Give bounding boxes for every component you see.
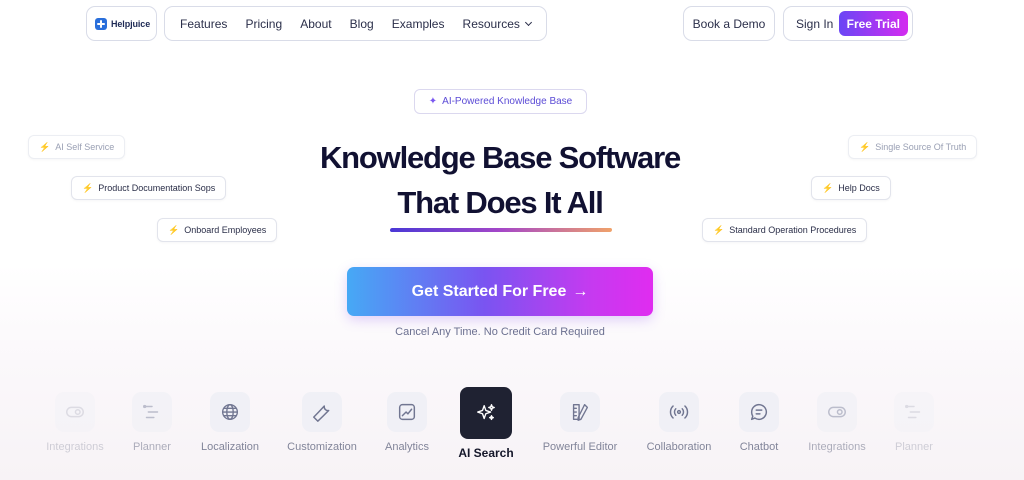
feature-carousel: Integrations Planner Localization Custom… [0, 385, 1024, 480]
logo-text: Helpjuice [111, 18, 151, 29]
main-nav: Features Pricing About Blog Examples Res… [164, 6, 547, 41]
feature-label: Powerful Editor [542, 441, 618, 453]
feature-label: Analytics [384, 441, 430, 453]
tag-standard-operation: ⚡ Standard Operation Procedures [702, 218, 868, 242]
ai-badge-label: AI-Powered Knowledge Base [442, 96, 573, 107]
chevron-down-icon [524, 18, 532, 26]
tag-label: Onboard Employees [184, 225, 267, 235]
tag-single-source: ⚡ Single Source Of Truth [848, 135, 978, 159]
wrench-icon [302, 392, 342, 432]
bolt-icon: ⚡ [713, 224, 725, 235]
tag-label: Standard Operation Procedures [729, 225, 857, 235]
sparkles-icon [460, 387, 512, 439]
auth-group: Sign In Free Trial [783, 6, 913, 41]
feature-label: AI Search [458, 446, 514, 460]
feature-planner-2[interactable]: Planner [864, 385, 964, 453]
feature-label: Collaboration [646, 441, 712, 453]
planner-icon [132, 392, 172, 432]
title-underline [389, 228, 613, 232]
book-demo-label: Book a Demo [692, 16, 766, 31]
bolt-icon: ⚡ [168, 224, 180, 235]
free-trial-button[interactable]: Free Trial [838, 11, 908, 36]
feature-label: Customization [287, 441, 357, 453]
tag-help-docs: ⚡ Help Docs [811, 176, 891, 200]
planner-icon [894, 392, 934, 432]
sparkle-icon: ✦ [428, 96, 438, 107]
tag-product-documentation: ⚡ Product Documentation Sops [71, 176, 227, 200]
feature-label: Chatbot [739, 441, 779, 453]
feature-ai-search[interactable]: AI Search [436, 385, 536, 460]
nav-link-examples[interactable]: Examples [392, 17, 445, 31]
nav-link-pricing[interactable]: Pricing [245, 17, 282, 31]
get-started-label: Get Started For Free [411, 282, 567, 300]
bolt-icon: ⚡ [82, 182, 94, 193]
ai-powered-badge: ✦ AI-Powered Knowledge Base [414, 89, 587, 114]
nav-link-blog[interactable]: Blog [350, 17, 374, 31]
feature-label: Integrations [808, 441, 866, 453]
nav-link-features[interactable]: Features [180, 17, 227, 31]
arrow-right-icon: → [572, 282, 589, 300]
bolt-icon: ⚡ [39, 141, 51, 152]
feature-label: Planner [133, 441, 171, 453]
nav-link-about[interactable]: About [300, 17, 331, 31]
resources-label: Resources [462, 16, 520, 31]
tag-label: Help Docs [838, 183, 880, 193]
broadcast-icon [659, 392, 699, 432]
logo-link[interactable]: Helpjuice [86, 6, 157, 41]
feature-label: Integrations [46, 441, 104, 453]
toggle-icon [817, 392, 857, 432]
feature-label: Localization [200, 441, 260, 453]
bolt-icon: ⚡ [822, 182, 834, 193]
tag-label: Single Source Of Truth [875, 142, 967, 152]
helpjuice-logo-icon [95, 17, 107, 30]
feature-localization[interactable]: Localization [180, 385, 280, 453]
feature-powerful-editor[interactable]: Powerful Editor [530, 385, 630, 453]
book-demo-button[interactable]: Book a Demo [683, 6, 775, 41]
analytics-icon [387, 392, 427, 432]
pencil-ruler-icon [560, 392, 600, 432]
tag-ai-self-service: ⚡ AI Self Service [28, 135, 126, 159]
toggle-icon [55, 392, 95, 432]
feature-label: Planner [895, 441, 933, 453]
sign-in-button[interactable]: Sign In [796, 17, 833, 31]
tag-onboard-employees: ⚡ Onboard Employees [157, 218, 278, 242]
tag-label: Product Documentation Sops [98, 183, 216, 193]
tag-label: AI Self Service [55, 142, 115, 152]
get-started-button[interactable]: Get Started For Free → [347, 267, 653, 316]
chat-icon [739, 392, 779, 432]
nav-link-resources[interactable]: Resources [462, 16, 532, 31]
cta-subtext: Cancel Any Time. No Credit Card Required [395, 326, 605, 338]
globe-icon [210, 392, 250, 432]
bolt-icon: ⚡ [859, 141, 871, 152]
